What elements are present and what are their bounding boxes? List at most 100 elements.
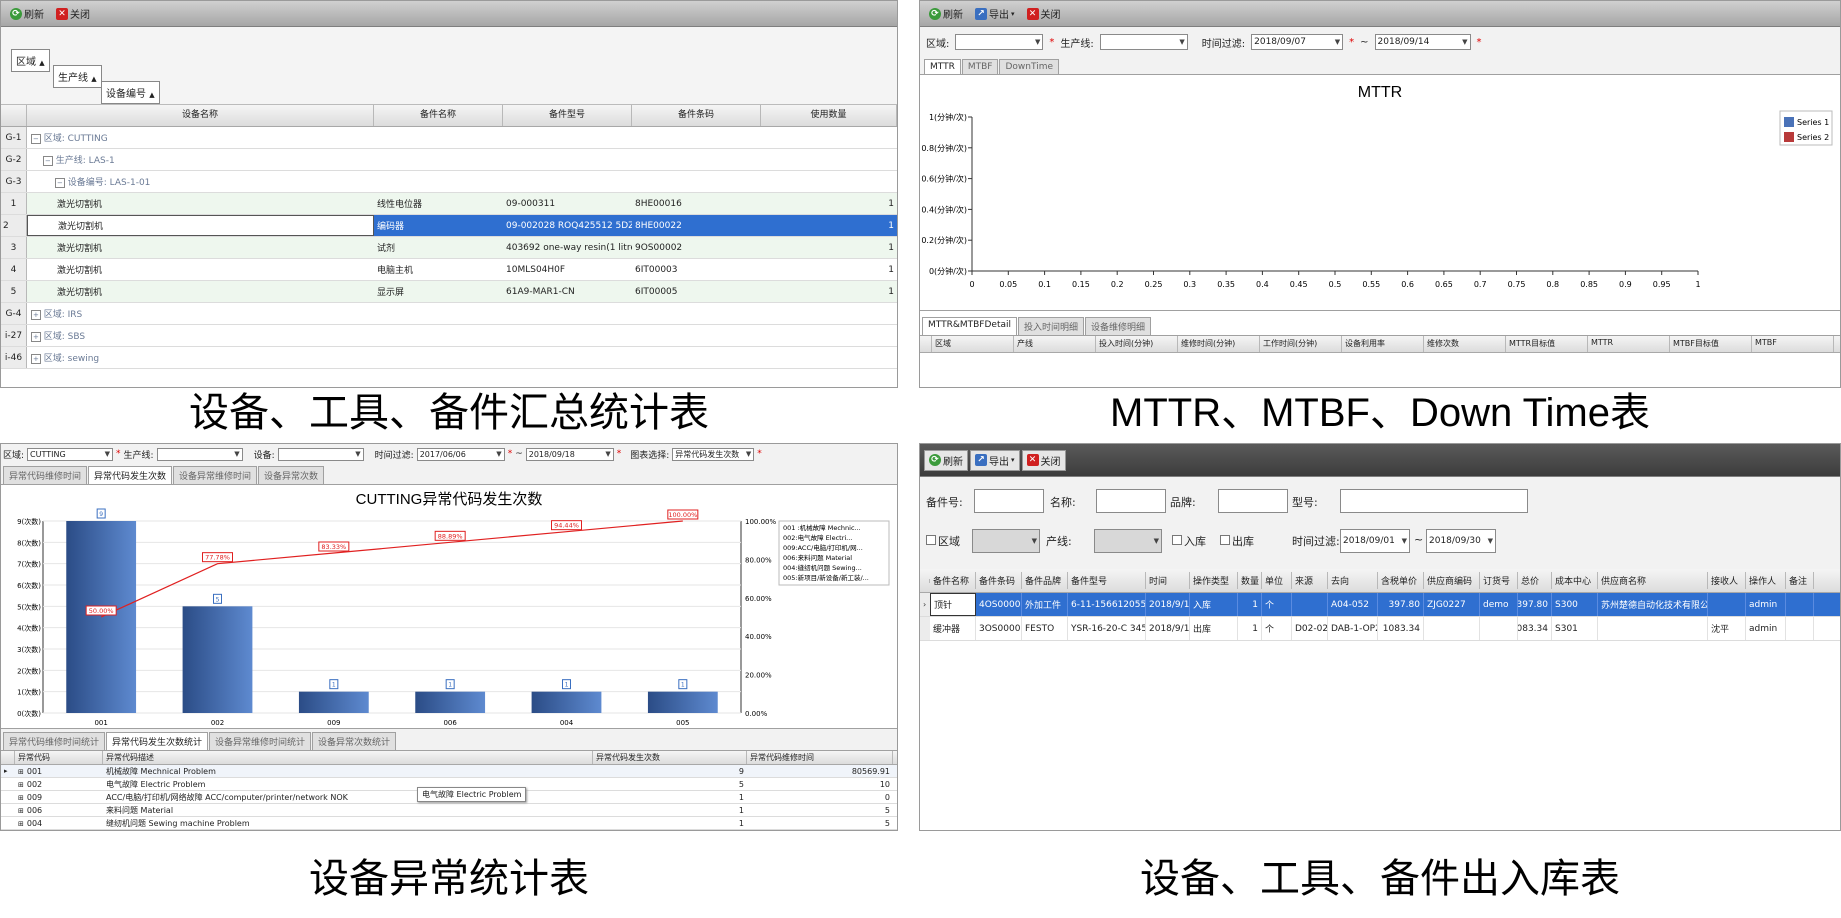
expand-icon[interactable]: ⊞ (18, 820, 24, 828)
in-checkbox[interactable] (1172, 535, 1182, 545)
col-header[interactable]: 备件名称 (930, 572, 976, 589)
tab-device-count-stat[interactable]: 设备异常次数统计 (312, 732, 397, 750)
col-header[interactable]: 单位 (1262, 572, 1292, 589)
expand-icon[interactable]: ⊞ (18, 794, 24, 802)
refresh-button[interactable]: ⟳ 刷新 (924, 3, 968, 24)
cell[interactable]: 顶针 (930, 593, 976, 616)
col-part-code[interactable]: 备件条码 (632, 105, 761, 126)
region-checkbox[interactable] (926, 535, 936, 545)
bar[interactable] (298, 691, 369, 713)
col-header[interactable]: 含税单价 (1378, 572, 1424, 589)
group-row[interactable]: G-1− 区域: CUTTING (1, 127, 897, 149)
col-header[interactable]: 操作类型 (1190, 572, 1238, 589)
col-header[interactable]: 去向 (1328, 572, 1378, 589)
tab-code-count-stat[interactable]: 异常代码发生次数统计 (106, 732, 209, 750)
col-count[interactable]: 异常代码发生次数 (593, 751, 747, 764)
group-chip-line[interactable]: 生产线 ▲ (53, 65, 102, 88)
cell[interactable]: 缓冲器 (930, 617, 976, 640)
col-header[interactable]: 订货号 (1480, 572, 1518, 589)
expand-icon[interactable]: + (31, 354, 41, 364)
table-row[interactable]: ⊞ 006 来料问题 Material 1 5 (1, 804, 897, 817)
group-row[interactable]: G-3− 设备编号: LAS-1-01 (1, 171, 897, 193)
table-row[interactable]: 1 激光切割机 线性电位器 09-000311 8HE00016 1 (1, 193, 897, 215)
col-part-model[interactable]: 备件型号 (503, 105, 632, 126)
table-row[interactable]: ›顶针4OS00001外加工件6-11-156612055-02018/9/17… (920, 593, 1840, 617)
export-button[interactable]: ↗ 导出 ▾ (970, 449, 1020, 471)
export-button[interactable]: ↗ 导出 ▾ (970, 3, 1020, 24)
collapse-icon[interactable]: − (43, 156, 53, 166)
date-from-input[interactable]: 2018/09/01 ▼ (1340, 529, 1410, 553)
col-desc[interactable]: 异常代码描述 (103, 751, 593, 764)
col-header[interactable]: 总价 (1518, 572, 1552, 589)
table-row[interactable]: ⊞005新项目/新设备/新工装/新程序调试 New project,New ma… (1, 830, 897, 831)
col-header[interactable]: 设备利用率 (1342, 336, 1424, 352)
col-device-name[interactable]: 设备名称 (27, 105, 374, 126)
group-chip-device[interactable]: 设备编号 ▲ (101, 81, 160, 104)
brand-input[interactable] (1218, 489, 1288, 513)
date-to-input[interactable]: 2018/09/30 ▼ (1426, 529, 1496, 553)
table-row[interactable]: 3 激光切割机 试剂 403692 one-way resin(1 litre) 9OS… (1, 237, 897, 259)
date-from-input[interactable]: 2017/06/06 ▼ (416, 447, 505, 461)
region-select[interactable]: ▼ (972, 529, 1040, 553)
collapse-icon[interactable]: − (31, 134, 41, 144)
col-header[interactable]: 数量 (1238, 572, 1262, 589)
tab-mttr[interactable]: MTTR (924, 59, 961, 74)
col-header[interactable]: MTTR (1588, 336, 1670, 352)
col-header[interactable]: 操作人 (1746, 572, 1786, 589)
tab-code-repair-time[interactable]: 异常代码维修时间 (3, 466, 88, 484)
part-no-input[interactable] (974, 489, 1044, 513)
bar[interactable] (647, 691, 718, 713)
line-select[interactable]: ▼ (1094, 529, 1162, 553)
close-button[interactable]: ✕ 关闭 (1022, 3, 1066, 24)
tab-mtbf[interactable]: MTBF (961, 59, 999, 74)
model-input[interactable] (1340, 489, 1528, 513)
tab-device-repair-time[interactable]: 设备异常维修时间 (173, 466, 258, 484)
chart-select[interactable]: 异常代码发生次数 ▼ (672, 447, 755, 461)
name-input[interactable] (1096, 489, 1166, 513)
group-row[interactable]: G-4 + 区域: IRS (1, 303, 897, 325)
col-part-name[interactable]: 备件名称 (374, 105, 503, 126)
close-button[interactable]: ✕ 关闭 (1021, 449, 1066, 471)
expand-icon[interactable]: ⊞ (18, 781, 24, 789)
col-qty[interactable]: 使用数量 (761, 105, 897, 126)
col-header[interactable]: 维修时间(分钟) (1178, 336, 1260, 352)
collapse-icon[interactable]: − (55, 178, 65, 188)
tab-repair-detail[interactable]: 设备维修明细 (1085, 317, 1152, 335)
tab-code-repair-time-stat[interactable]: 异常代码维修时间统计 (3, 732, 106, 750)
out-checkbox[interactable] (1220, 535, 1230, 545)
col-header[interactable]: 来源 (1292, 572, 1328, 589)
tab-code-count[interactable]: 异常代码发生次数 (88, 466, 173, 484)
col-header[interactable]: 时间 (1146, 572, 1190, 589)
col-header[interactable]: 产线 (1014, 336, 1096, 352)
col-header[interactable]: 投入时间(分钟) (1096, 336, 1178, 352)
col-time[interactable]: 异常代码维修时间 (747, 751, 893, 764)
expand-icon[interactable]: ⊞ (18, 768, 24, 776)
date-to-input[interactable]: 2018/09/18 ▼ (525, 447, 614, 461)
col-header[interactable]: 备注 (1786, 572, 1814, 589)
table-row[interactable]: ▸ ⊞ 001 机械故障 Mechnical Problem 9 80569.91 (1, 765, 897, 778)
expand-icon[interactable]: + (31, 332, 41, 342)
col-header[interactable]: MTTR目标值 (1506, 336, 1588, 352)
table-row[interactable]: 5 激光切割机 显示屏 61A9-MAR1-CN 6IT00005 1 (1, 281, 897, 303)
col-header[interactable]: 成本中心 (1552, 572, 1598, 589)
col-header[interactable]: 供应商编码 (1424, 572, 1480, 589)
expand-icon[interactable]: + (31, 310, 41, 320)
tab-downtime[interactable]: DownTime (999, 59, 1060, 74)
bar[interactable] (531, 691, 602, 713)
region-select[interactable]: ▼ (955, 34, 1044, 50)
col-header[interactable]: 区域 (932, 336, 1014, 352)
col-header[interactable]: MTBF目标值 (1670, 336, 1752, 352)
tab-device-count[interactable]: 设备异常次数 (258, 466, 325, 484)
table-row[interactable]: 4 激光切割机 电脑主机 10MLS04H0F 6IT00003 1 (1, 259, 897, 281)
line-select[interactable]: ▼ (1099, 34, 1188, 50)
line-select[interactable]: ▼ (156, 447, 243, 461)
expand-icon[interactable]: ⊞ (18, 807, 24, 815)
col-header[interactable]: 工作时间(分钟) (1260, 336, 1342, 352)
tab-mttr-mtbf-detail[interactable]: MTTR&MTBFDetail (922, 317, 1017, 335)
bar[interactable] (415, 691, 486, 713)
table-row[interactable]: ⊞ 004 缝纫机问题 Sewing machine Problem 1 5 (1, 817, 897, 830)
date-from-input[interactable]: 2018/09/07 ▼ (1251, 34, 1344, 50)
region-select[interactable]: CUTTING ▼ (27, 447, 114, 461)
bar[interactable] (182, 606, 253, 713)
col-header[interactable]: 供应商名称 (1598, 572, 1708, 589)
